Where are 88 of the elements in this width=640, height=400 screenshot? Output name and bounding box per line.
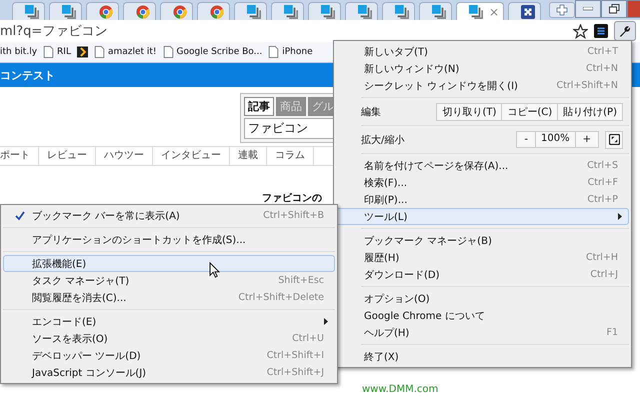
menu-item[interactable]: アプリケーションのショートカットを作成(S)... xyxy=(3,231,335,248)
nav-tab[interactable]: ポート xyxy=(0,147,39,165)
menu-item[interactable]: オプション(O) xyxy=(336,290,629,307)
browser-tab[interactable] xyxy=(160,2,193,20)
edit-button[interactable]: コピー(C) xyxy=(502,104,558,120)
fullscreen-button[interactable] xyxy=(605,130,623,148)
plus-icon xyxy=(556,4,568,16)
maximize-button[interactable] xyxy=(601,0,627,18)
menu-label: 拡大/縮小 xyxy=(361,134,406,146)
bookmark[interactable] xyxy=(76,46,88,58)
bookmark[interactable]: RIL xyxy=(43,46,71,58)
menu-item[interactable]: 名前を付けてページを保存(A)... Ctrl+S xyxy=(336,157,629,174)
bookmark[interactable]: iPhone xyxy=(268,46,313,58)
bookmark[interactable]: ith bit.ly xyxy=(0,47,38,57)
browser-tab[interactable] xyxy=(86,2,119,20)
zoom-level: 100% xyxy=(536,132,576,147)
page-icon xyxy=(321,4,335,18)
nav-tab[interactable]: ハウツー xyxy=(96,147,153,165)
bookmark[interactable]: amazlet it! xyxy=(94,46,157,58)
browser-tab[interactable] xyxy=(271,2,304,20)
page-icon xyxy=(432,4,446,18)
menu-item[interactable]: シークレット ウィンドウを開く(I) Ctrl+Shift+N xyxy=(336,77,629,94)
menu-item[interactable]: JavaScript コンソール(J) Ctrl+Shift+J xyxy=(3,364,335,381)
page-icon xyxy=(62,4,76,18)
new-tab-button[interactable] xyxy=(549,2,575,18)
zoom-in-button[interactable]: + xyxy=(576,132,598,147)
browser-tab[interactable] xyxy=(234,2,267,20)
nav-tab[interactable]: 連載 xyxy=(230,147,267,165)
fullscreen-icon xyxy=(608,134,620,145)
menu-item[interactable]: ヘルプ(H) F1 xyxy=(336,324,629,341)
menu-item[interactable]: 検索(F)... Ctrl+F xyxy=(336,174,629,191)
page-icon xyxy=(43,46,54,58)
page-icon xyxy=(268,46,280,58)
menu-item[interactable]: タスク マネージャ(T) Shift+Esc xyxy=(3,272,335,289)
menu-item[interactable]: ツール(L) xyxy=(336,208,629,225)
browser-tab[interactable] xyxy=(508,2,541,20)
address-bar[interactable]: ml?q=ファビコン xyxy=(0,21,588,41)
nav-tab[interactable]: コラム xyxy=(267,147,314,165)
site-link[interactable]: www.DMM.com xyxy=(362,384,438,395)
search-tab[interactable]: 記事 xyxy=(244,97,274,116)
menu-item[interactable]: 閲覧履歴を消去(C)... Ctrl+Shift+Delete xyxy=(3,289,335,306)
minimize-icon xyxy=(583,7,593,11)
nav-tab[interactable]: レビュー xyxy=(39,147,96,165)
menu-label: 編集 xyxy=(361,106,382,118)
star-icon[interactable] xyxy=(573,24,588,38)
menu-item[interactable]: 拡張機能(E) xyxy=(3,255,335,272)
page-icon xyxy=(469,4,483,18)
page-icon xyxy=(395,4,409,18)
menu-item[interactable]: 終了(X) xyxy=(336,348,629,365)
menu-item[interactable]: エンコード(E) xyxy=(3,313,335,330)
browser-tab[interactable] xyxy=(382,2,415,20)
page-icon xyxy=(358,4,372,18)
menu-item[interactable]: ブックマーク マネージャ(B) xyxy=(336,232,629,249)
browser-tab[interactable] xyxy=(308,2,341,20)
browser-tab[interactable] xyxy=(12,2,45,20)
mouse-cursor-icon xyxy=(209,262,220,278)
menu-item[interactable]: 新しいウィンドウ(N) Ctrl+N xyxy=(336,60,629,77)
article-heading: ファビコンの xyxy=(262,192,322,205)
extension-icon[interactable] xyxy=(594,24,608,38)
restore-icon xyxy=(608,4,620,14)
browser-tab[interactable]: × xyxy=(456,2,504,20)
menu-item[interactable]: デベロッパー ツール(D) Ctrl+Shift+I xyxy=(3,347,335,364)
menu-item[interactable]: ダウンロード(D) Ctrl+J xyxy=(336,266,629,283)
edit-button[interactable]: 貼り付け(P) xyxy=(558,104,622,120)
browser-tab[interactable] xyxy=(419,2,452,20)
page-icon xyxy=(284,4,298,18)
menu-item[interactable]: Google Chrome について xyxy=(336,307,629,324)
zoom-out-button[interactable]: - xyxy=(517,132,536,147)
close-tab-button[interactable]: × xyxy=(489,4,500,18)
page-icon xyxy=(25,4,39,18)
wrench-icon xyxy=(618,24,632,38)
menu-item[interactable]: ソースを表示(O) Ctrl+U xyxy=(3,330,335,347)
page-icon xyxy=(162,46,174,58)
page-icon xyxy=(247,4,261,18)
menu-item[interactable]: 印刷(P)... Ctrl+P xyxy=(336,191,629,208)
browser-tab[interactable] xyxy=(345,2,378,20)
browser-tab[interactable] xyxy=(49,2,82,20)
site-title: コンテスト xyxy=(0,68,55,82)
browser-tab[interactable] xyxy=(197,2,230,20)
edit-button[interactable]: 切り取り(T) xyxy=(437,104,502,120)
menu-item[interactable]: 新しいタブ(T) Ctrl+T xyxy=(336,43,629,60)
menu-item[interactable]: ブックマーク バーを常に表示(A) Ctrl+Shift+B xyxy=(3,207,335,224)
bookmark[interactable]: Google Scribe Bo... xyxy=(162,46,262,58)
page-icon xyxy=(94,46,105,58)
menu-item[interactable]: 履歴(H) Ctrl+H xyxy=(336,249,629,266)
nav-tab[interactable]: インタビュー xyxy=(153,147,230,165)
browser-tab[interactable] xyxy=(123,2,156,20)
wrench-menu-button[interactable] xyxy=(614,21,636,41)
